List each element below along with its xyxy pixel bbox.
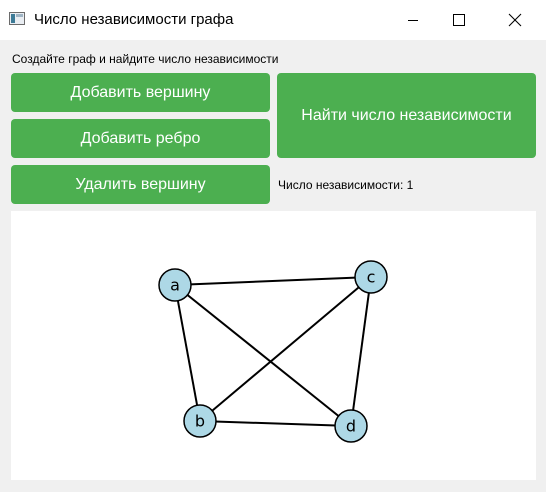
graph-node-c[interactable]: c [354,260,388,294]
maximize-button[interactable] [436,0,482,40]
graph-edge-c-d [350,276,372,427]
graph-node-label: a [170,276,180,295]
delete-vertex-button[interactable]: Удалить вершину [11,165,270,204]
graph-node-a[interactable]: a [158,268,192,302]
graph-node-label: b [195,412,205,431]
add-vertex-button[interactable]: Добавить вершину [11,73,270,112]
graph-drawing: a b c d [158,260,388,443]
add-edge-button[interactable]: Добавить ребро [11,119,270,158]
graph-edge-a-c [174,276,372,286]
find-independence-number-button[interactable]: Найти число независимости [277,73,536,158]
graph-edge-a-b [174,284,201,422]
app-icon [9,12,25,25]
graph-node-b[interactable]: b [183,404,217,438]
graph-canvas[interactable]: a b c d [11,211,536,480]
graph-node-label: d [346,417,356,436]
graph-edge-b-d [199,420,352,427]
independence-number-result: Число независимости: 1 [278,178,414,192]
maximize-icon [453,14,465,26]
minimize-button[interactable] [390,0,436,40]
graph-edge-b-c [199,276,372,422]
minimize-icon [408,20,418,21]
close-icon [508,13,522,27]
close-button[interactable] [492,0,538,40]
instruction-label: Создайте граф и найдите число независимо… [12,52,279,66]
graph-node-d[interactable]: d [334,409,368,443]
window-title: Число независимости графа [34,11,234,28]
graph-node-label: c [367,268,376,287]
title-bar: Число независимости графа [0,0,546,40]
